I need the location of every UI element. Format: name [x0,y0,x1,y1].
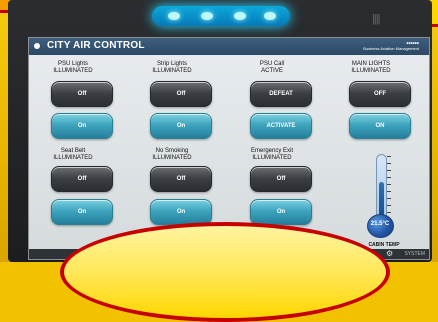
status-led-bar [152,6,290,26]
no-smoking-label: No Smoking ILLUMINATED [152,148,192,161]
page-title: CITY AIR CONTROL [47,40,145,51]
led-icon [201,12,213,20]
no-smoking-off-button[interactable]: Off [150,166,212,192]
led-icon [264,12,276,20]
temperature-scale [387,156,396,214]
gear-icon[interactable]: ⚙ [386,249,393,259]
seat-belt-label: Seat Belt ILLUMINATED [53,148,93,161]
seat-belt-off-button[interactable]: Off [51,166,113,192]
speaker-grill-icon: |||| [372,13,380,25]
foreground-yellow-ellipse [60,222,390,322]
strip-lights-on-button[interactable]: On [150,113,212,139]
emergency-exit-on-button[interactable]: On [250,199,312,225]
no-smoking-on-button[interactable]: On [150,199,212,225]
led-icon [168,12,180,20]
thermometer-tube [376,154,387,222]
window-titlebar: CITY AIR CONTROL •••••• Business Aviatio… [29,38,429,55]
cabin-temperature-widget: 21.5°C CABIN TEMP [366,154,430,253]
strip-lights-off-button[interactable]: Off [150,81,212,107]
cabin-temperature-value: 21.5°C [370,221,390,227]
psu-call-label: PSU Call ACTIVE [259,61,285,74]
strip-lights-label: Strip Lights ILLUMINATED [152,61,192,74]
psu-lights-label: PSU Lights ILLUMINATED [53,61,93,74]
psu-call-defeat-button[interactable]: DEFEAT [250,81,312,107]
psu-call-activate-button[interactable]: ACTIVATE [250,113,312,139]
led-icon [234,12,246,20]
psu-lights-off-button[interactable]: Off [51,81,113,107]
brand-subtext: Business Aviation Management [363,46,419,51]
main-lights-on-button[interactable]: ON [349,113,411,139]
cabin-temperature-label: CABIN TEMP [368,242,400,248]
main-lights-off-button[interactable]: OFF [349,81,411,107]
temperature-level [379,181,384,218]
seat-belt-on-button[interactable]: On [51,199,113,225]
window-dot-icon [34,43,40,49]
psu-lights-on-button[interactable]: On [51,113,113,139]
brand-logo: •••••• Business Aviation Management [363,41,419,51]
footer-text: SYSTEM [404,251,425,257]
main-lights-label: MAIN LIGHTS ILLUMINATED [351,61,391,74]
emergency-exit-off-button[interactable]: Off [250,166,312,192]
emergency-exit-label: Emergency Exit ILLUMINATED [250,148,293,161]
